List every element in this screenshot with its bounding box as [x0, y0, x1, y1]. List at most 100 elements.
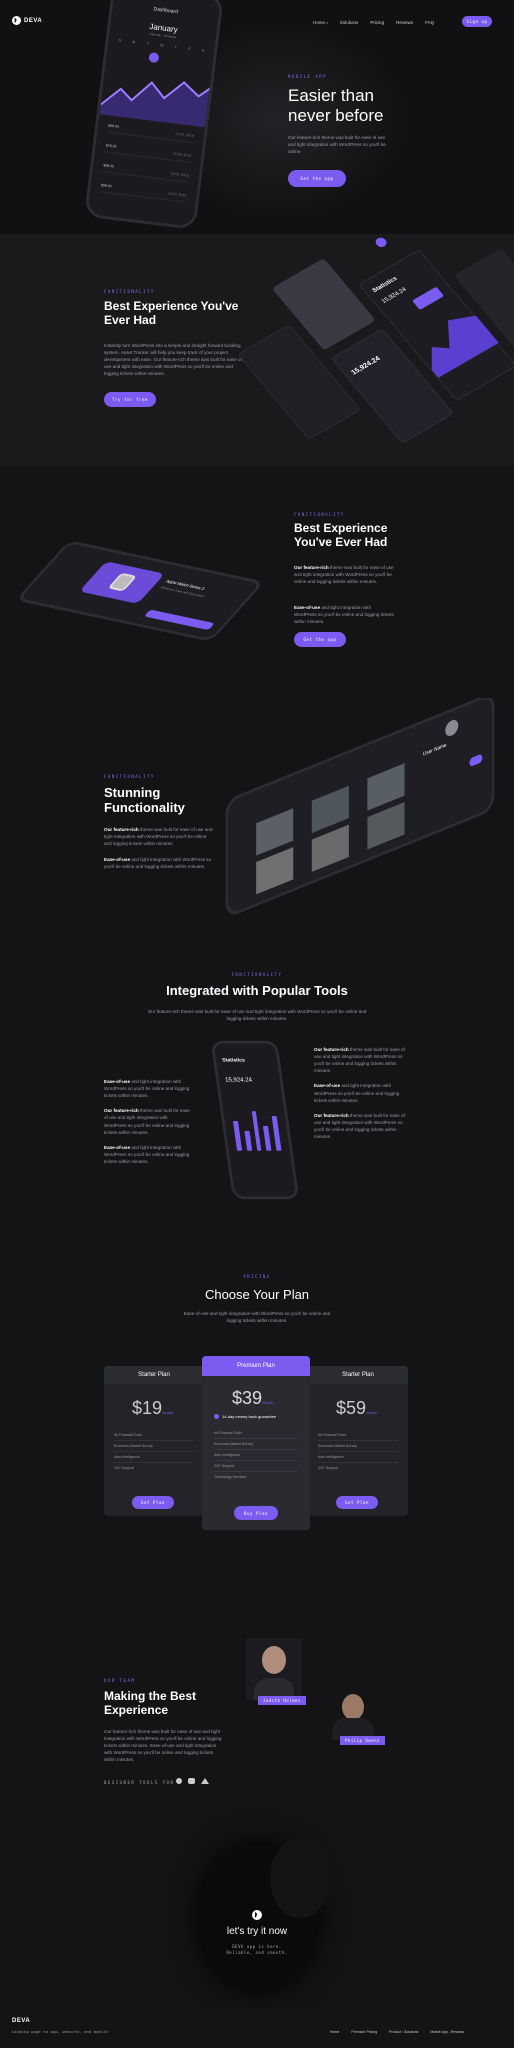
integrations-left-list: Ease-of-use and tight integration with W… — [104, 1078, 190, 1165]
plan-card-starter-2: Starter Plan $59/month All Financial Too… — [308, 1366, 408, 1516]
feature-2-get-app-button[interactable]: Get the app — [294, 632, 346, 647]
phone-row: $98.00 12:00, 2019 — [107, 123, 194, 144]
hero-tag: MOBILE APP — [288, 74, 328, 79]
stats-amount-2: 15,924.24 — [380, 286, 408, 305]
footer-brand[interactable]: DEVA — [12, 2018, 30, 2024]
bar — [232, 1120, 242, 1151]
bar — [244, 1130, 252, 1151]
integrations-tag: FUNCTIONALITY — [231, 972, 283, 977]
feature-line: 24/7 Support — [114, 1466, 135, 1470]
tool-logo-icon — [176, 1778, 182, 1784]
feature-item: Ease-of-use and tight integration with W… — [104, 1144, 190, 1164]
watch-phone: Apple Watch Series 3 Aluminium Case with… — [15, 540, 265, 642]
footer-link-solutions[interactable]: Product / Solutions — [389, 2030, 418, 2034]
bar — [271, 1116, 282, 1151]
bar — [263, 1125, 272, 1151]
stats-amount: 15,924.24 — [350, 355, 382, 377]
chevron-down-icon: ▾ — [326, 21, 328, 25]
selected-day-dot — [148, 52, 160, 64]
feature-line: 24/7 Support — [318, 1466, 339, 1470]
feature-3-phone: User Name — [225, 698, 495, 919]
nav-home[interactable]: Home ▾ — [313, 20, 328, 25]
feature-line: Auto Intelligence — [214, 1450, 298, 1461]
footer-link-reviews[interactable]: Mobile App - Reviews — [430, 2030, 464, 2034]
plan-name: Premium Plan — [202, 1356, 310, 1376]
cta-disc-cut — [270, 1838, 330, 1918]
footer-text: Landing page to app, website, and mobile — [12, 2030, 109, 2034]
try-free-button[interactable]: Try for free — [104, 392, 156, 407]
tool-logo-icon — [188, 1778, 195, 1784]
cta-section: let's try it now DEVA app is here. Relia… — [0, 1798, 514, 2008]
hero-text: Our feature-rich theme was built for eas… — [288, 135, 386, 155]
feature-3-text-1: Our feature-rich theme was built for eas… — [104, 827, 213, 847]
action-dot[interactable] — [373, 235, 389, 249]
feature-2-section: Apple Watch Series 3 Aluminium Case with… — [0, 466, 514, 698]
buy-bar[interactable] — [143, 609, 215, 631]
team-tag: OUR TEAM — [104, 1678, 136, 1683]
phone-stats-amount: 15,924.24 — [224, 1077, 253, 1084]
plan-features: All Financial Tools Economic Market Surv… — [318, 1430, 398, 1473]
nav-pricing[interactable]: Pricing — [370, 20, 384, 25]
product-image — [79, 561, 165, 604]
feature-item: Our feature-rich theme was built for eas… — [314, 1112, 405, 1140]
integrations-section: FUNCTIONALITY Integrated with Popular To… — [0, 928, 514, 1248]
photo-card — [256, 847, 294, 895]
feature-line: Auto Intelligence — [318, 1452, 398, 1463]
signup-button[interactable]: Sign up — [462, 16, 492, 27]
integrations-phone-screen: Statistics 15,924.24 — [213, 1043, 297, 1197]
integrations-right-list: Our feature-rich theme was built for eas… — [314, 1046, 410, 1140]
brand-name: DEVA — [24, 17, 43, 24]
member-head — [262, 1646, 286, 1674]
feature-item: Ease-of-use and tight integration with W… — [104, 1079, 190, 1099]
feature-3-text-2: Ease-of-use and tight integration with W… — [104, 857, 212, 870]
pricing-section: PRICING Choose Your Plan Ease-of-use and… — [0, 1248, 514, 1598]
plan-features: All Financial Tools Economic Market Surv… — [214, 1428, 298, 1482]
phone-row: $98.00 12:00, 2019 — [102, 163, 190, 183]
plan-name: Starter Plan — [308, 1366, 408, 1384]
feature-2-text-1: Our feature-rich theme was built for eas… — [294, 565, 394, 585]
member-photo-1 — [246, 1638, 302, 1700]
plan-price: $59/month — [336, 1398, 377, 1418]
feature-line: All Financial Tools — [114, 1430, 194, 1441]
team-section: OUR TEAM Making the Best Experience Our … — [0, 1598, 514, 1798]
nav-reviews[interactable]: Reviews — [396, 20, 413, 25]
feature-line: All Financial Tools — [214, 1428, 298, 1439]
get-plan-button[interactable]: Get Plan — [336, 1496, 378, 1509]
toggle-icon[interactable] — [469, 753, 483, 768]
buy-plan-button[interactable]: Buy Plan — [234, 1506, 278, 1520]
footer-link-pricing[interactable]: Premium Pricing — [351, 2030, 377, 2034]
footer-links: Home Premium Pricing Product / Solutions… — [330, 2030, 464, 2034]
feature-1-section: FUNCTIONALITY Best Experience You've Eve… — [0, 234, 514, 466]
team-title: Making the Best Experience — [104, 1689, 197, 1717]
hero-get-app-button[interactable]: Get the app — [288, 170, 346, 187]
main-nav: Home ▾ Solutions Pricing Reviews FAQ — [313, 20, 434, 25]
get-plan-button[interactable]: Get Plan — [132, 1496, 174, 1509]
feature-2-title: Best Experience You've Ever Had — [294, 521, 388, 549]
feature-line: Economic Market Survey — [214, 1439, 298, 1450]
nav-faq[interactable]: FAQ — [425, 20, 434, 25]
phone-stats-title: Statistics — [221, 1057, 246, 1064]
feature-line: Technology Services — [214, 1475, 247, 1479]
member-badge: Judith Holmes — [258, 1696, 306, 1705]
designer-tools-label: DESIGNER TOOLS FOR — [104, 1780, 175, 1785]
integrations-phone: Statistics 15,924.24 — [210, 1040, 300, 1200]
feature-line: 24/7 Support — [214, 1461, 298, 1472]
pricing-text: Ease-of-use and tight integration with W… — [183, 1311, 331, 1324]
screen-card — [237, 324, 361, 440]
feature-item: Our feature-rich theme was built for eas… — [104, 1108, 190, 1135]
footer-link-home[interactable]: Home — [330, 2030, 339, 2034]
feature-3-tag: FUNCTIONALITY — [104, 774, 155, 779]
plan-card-premium: Premium Plan $39/month 14-day money back… — [202, 1356, 310, 1530]
feature-line: Economic Market Survey — [114, 1441, 194, 1452]
feature-2-text-2: Ease-of-use and tight integration with W… — [294, 605, 394, 625]
watch-icon — [107, 572, 138, 592]
bar — [251, 1111, 262, 1151]
feature-1-tag: FUNCTIONALITY — [104, 289, 155, 294]
feature-3-section: FUNCTIONALITY Stunning Functionality Our… — [0, 698, 514, 928]
watch-phone-screen: Apple Watch Series 3 Aluminium Case with… — [20, 543, 260, 639]
nav-solutions[interactable]: Solutions — [340, 20, 359, 25]
guarantee: 14-day money back guarantee — [214, 1414, 276, 1420]
tool-logo-icon — [201, 1778, 209, 1784]
logo[interactable]: DEVA — [12, 16, 42, 25]
feature-3-screen: User Name — [228, 698, 492, 915]
